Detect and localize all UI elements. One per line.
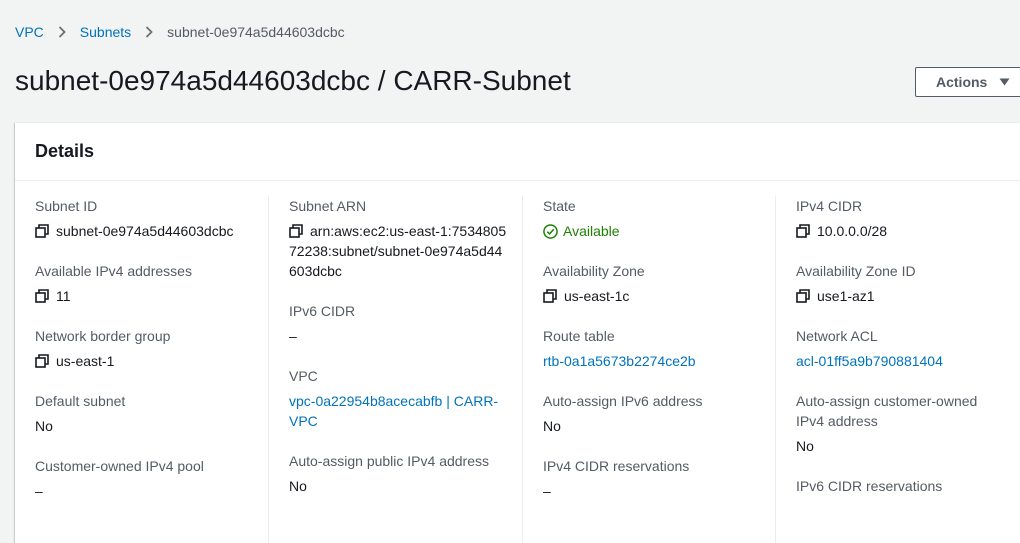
customer-owned-pool-value: –: [35, 483, 43, 499]
details-columns: Subnet ID subnet-0e974a5d44603dcbc Avail…: [15, 182, 1020, 543]
default-subnet-value: No: [35, 418, 53, 434]
auto-assign-public-ipv4-value: No: [289, 478, 307, 494]
field-ipv6-cidr: IPv6 CIDR –: [289, 301, 501, 346]
route-table-link[interactable]: rtb-0a1a5673b2274ce2b: [543, 351, 696, 371]
details-header: Details: [15, 123, 1020, 181]
field-subnet-arn: Subnet ARN arn:aws:ec2:us-east-1:7534805…: [289, 196, 506, 281]
breadcrumb-current: subnet-0e974a5d44603dcbc: [167, 24, 345, 40]
details-panel: Details Subnet ID subnet-0e974a5d44603dc…: [15, 122, 1020, 543]
field-label: IPv4 CIDR reservations: [543, 458, 690, 474]
field-label: Auto-assign customer-owned IPv4 address: [796, 393, 978, 429]
availability-zone-id-value: use1-az1: [817, 288, 875, 304]
field-label: VPC: [289, 368, 318, 384]
availability-zone-value: us-east-1c: [564, 288, 630, 304]
ipv4-cidr-value: 10.0.0.0/28: [817, 223, 888, 239]
actions-button-label: Actions: [936, 74, 988, 90]
copy-icon[interactable]: [796, 221, 810, 241]
field-state: State Available: [543, 196, 755, 241]
copy-icon[interactable]: [35, 286, 49, 306]
chevron-right-icon: [58, 26, 66, 38]
field-label: Availability Zone: [543, 263, 645, 279]
field-ipv6-cidr-reservations: IPv6 CIDR reservations: [796, 476, 1020, 496]
page-title: subnet-0e974a5d44603dcbc / CARR-Subnet: [15, 65, 571, 96]
details-column-3: State Available Availability Zone us-eas…: [522, 196, 755, 543]
field-label: Auto-assign public IPv4 address: [289, 453, 489, 469]
field-subnet-id: Subnet ID subnet-0e974a5d44603dcbc: [35, 196, 247, 241]
field-network-acl: Network ACL acl-01ff5a9b790881404: [796, 326, 1020, 371]
field-label: Auto-assign IPv6 address: [543, 393, 703, 409]
subnet-arn-value: arn:aws:ec2:us-east-1:753480572238:subne…: [289, 223, 507, 279]
check-circle-icon: [543, 221, 559, 241]
field-label: Availability Zone ID: [796, 263, 916, 279]
field-vpc: VPC vpc-0a22954b8acecabfb | CARR-VPC: [289, 366, 501, 431]
ipv6-cidr-value: –: [289, 328, 297, 344]
field-label: Network border group: [35, 328, 171, 344]
field-availability-zone: Availability Zone us-east-1c: [543, 261, 755, 306]
field-available-ipv4: Available IPv4 addresses 11: [35, 261, 247, 306]
network-acl-link[interactable]: acl-01ff5a9b790881404: [796, 351, 943, 371]
details-column-2: Subnet ARN arn:aws:ec2:us-east-1:7534805…: [268, 196, 506, 543]
breadcrumb-vpc-link[interactable]: VPC: [15, 23, 44, 41]
actions-button[interactable]: Actions: [915, 67, 1020, 97]
vpc-link[interactable]: vpc-0a22954b8acecabfb | CARR-VPC: [289, 391, 503, 431]
field-label: State: [543, 198, 576, 214]
breadcrumb-subnets-link[interactable]: Subnets: [80, 23, 131, 41]
field-availability-zone-id: Availability Zone ID use1-az1: [796, 261, 1020, 306]
auto-assign-customer-owned-value: No: [796, 438, 814, 454]
field-auto-assign-ipv6: Auto-assign IPv6 address No: [543, 391, 755, 436]
field-ipv4-cidr-reservations: IPv4 CIDR reservations –: [543, 456, 755, 501]
field-label: Network ACL: [796, 328, 878, 344]
available-ipv4-value: 11: [56, 288, 71, 304]
copy-icon[interactable]: [35, 221, 49, 241]
field-label: IPv6 CIDR: [289, 303, 356, 319]
field-default-subnet: Default subnet No: [35, 391, 247, 436]
field-auto-assign-public-ipv4: Auto-assign public IPv4 address No: [289, 451, 501, 496]
field-label: Subnet ID: [35, 198, 98, 214]
copy-icon[interactable]: [796, 286, 810, 306]
chevron-right-icon: [145, 26, 153, 38]
field-route-table: Route table rtb-0a1a5673b2274ce2b: [543, 326, 755, 371]
network-border-group-value: us-east-1: [56, 353, 115, 369]
field-label: IPv6 CIDR reservations: [796, 478, 943, 494]
field-label: Subnet ARN: [289, 198, 367, 214]
field-label: Route table: [543, 328, 615, 344]
field-network-border-group: Network border group us-east-1: [35, 326, 247, 371]
field-auto-assign-customer-owned: Auto-assign customer-owned IPv4 address …: [796, 391, 1020, 456]
caret-down-icon: [999, 78, 1010, 86]
copy-icon[interactable]: [289, 221, 303, 241]
field-label: IPv4 CIDR: [796, 198, 863, 214]
ipv4-cidr-reservations-value: –: [543, 483, 551, 499]
field-label: Default subnet: [35, 393, 126, 409]
subnet-id-value: subnet-0e974a5d44603dcbc: [56, 223, 234, 239]
details-heading: Details: [35, 141, 95, 161]
details-column-4: IPv4 CIDR 10.0.0.0/28 Availability Zone …: [775, 196, 1020, 543]
copy-icon[interactable]: [543, 286, 557, 306]
breadcrumb: VPC Subnets subnet-0e974a5d44603dcbc: [15, 23, 345, 41]
field-label: Available IPv4 addresses: [35, 263, 192, 279]
field-label: Customer-owned IPv4 pool: [35, 458, 204, 474]
auto-assign-ipv6-value: No: [543, 418, 561, 434]
copy-icon[interactable]: [35, 351, 49, 371]
details-column-1: Subnet ID subnet-0e974a5d44603dcbc Avail…: [15, 196, 247, 543]
state-value: Available: [563, 223, 620, 239]
field-ipv4-cidr: IPv4 CIDR 10.0.0.0/28: [796, 196, 1020, 241]
field-customer-owned-pool: Customer-owned IPv4 pool –: [35, 456, 247, 501]
